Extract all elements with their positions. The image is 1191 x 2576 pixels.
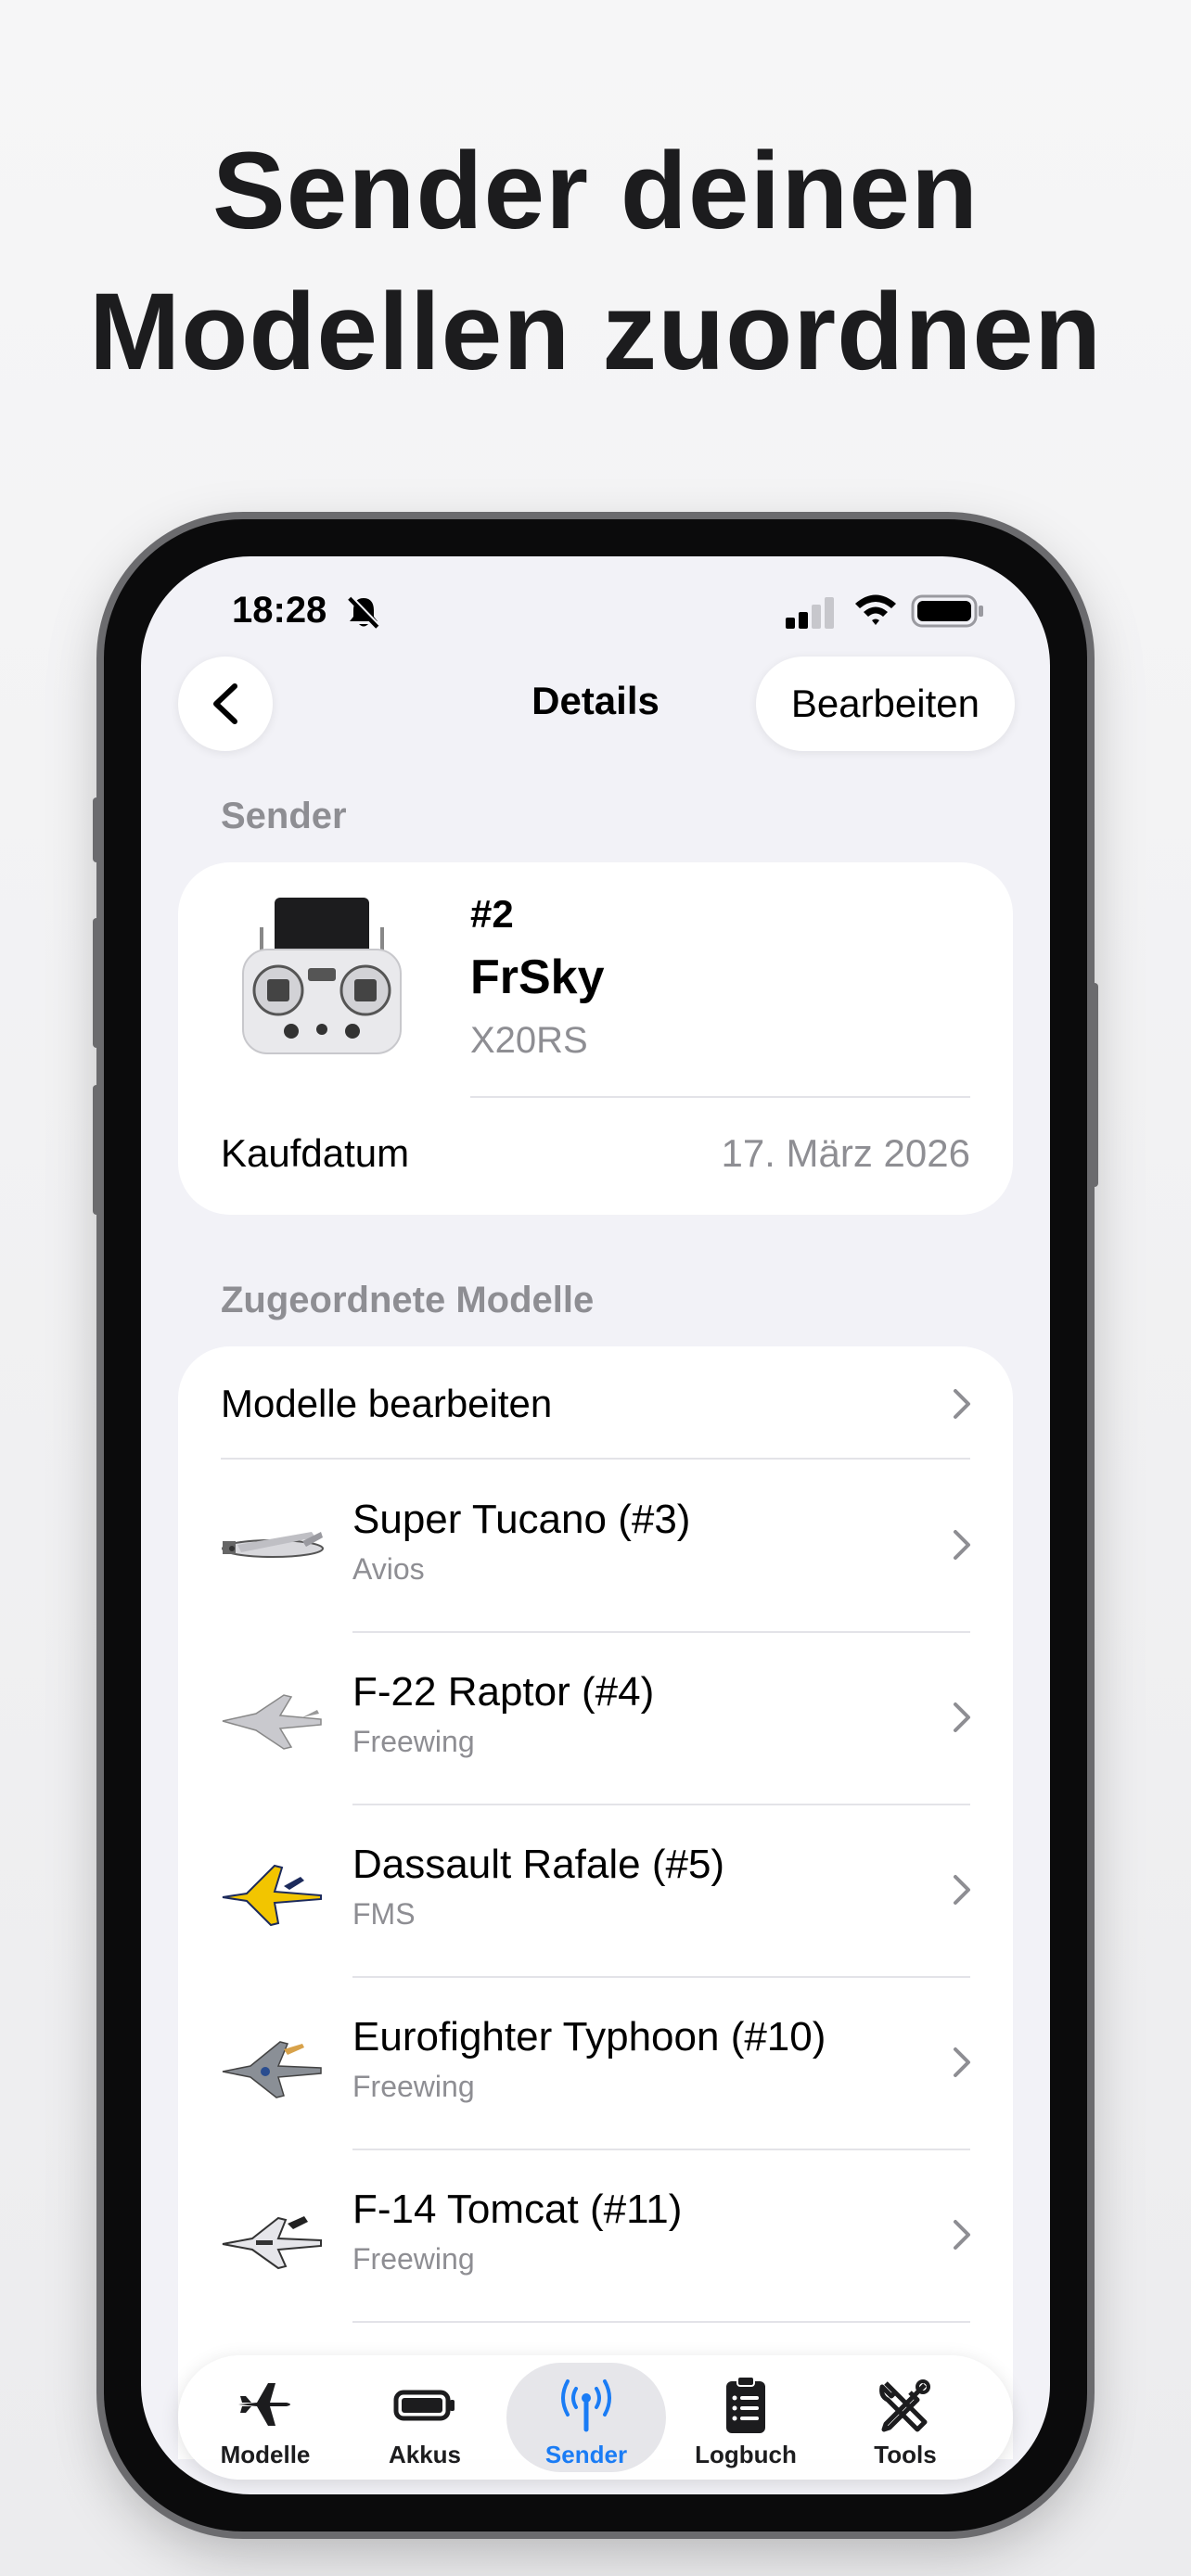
model-name: F-22 Raptor (#4) [352,1669,655,1715]
purchase-date-value: 17. März 2026 [721,1131,971,1175]
chevron-right-icon [954,1702,970,1732]
model-maker: Avios [352,1552,425,1586]
model-airplane-image [222,1532,324,1558]
model-name: F-14 Tomcat (#11) [352,2187,683,2232]
chevron-right-icon [954,2047,970,2077]
edit-models-row[interactable]: Modelle bearbeiten [178,1346,1013,1458]
list-item[interactable]: F-14 Tomcat (#11) Freewing [178,2149,1013,2321]
edit-button[interactable]: Bearbeiten [755,657,1015,751]
tab-label: Akkus [388,2441,462,2468]
list-item[interactable]: Dassault Rafale (#5) FMS [178,1804,1013,1976]
airplane-icon [238,2383,290,2426]
model-maker: Freewing [352,2070,475,2103]
headline-line-2: Modellen zuordnen [88,271,1103,393]
antenna-icon [561,2379,611,2432]
sender-brand: FrSky [470,950,605,1004]
models-card: Modelle bearbeiten Super Tucano (#3) Avi… [178,1346,1013,2459]
model-name: Dassault Rafale (#5) [352,1842,725,1887]
tab-logbuch[interactable]: Logbuch [666,2355,826,2480]
list-item[interactable]: Super Tucano (#3) Avios [178,1460,1013,1631]
chevron-right-icon [954,1875,970,1905]
phone-volume-down-button [93,1085,100,1215]
clipboard-icon [726,2376,765,2433]
app-screen: 18:28 Details Bearbeiten Sender #2 FrSky… [141,556,1050,2494]
chevron-right-icon [954,2220,970,2250]
model-airplane-image [222,1694,322,1750]
battery-icon [393,2390,455,2421]
edit-models-label: Modelle bearbeiten [221,1382,553,1425]
transmitter-image [242,898,402,1054]
divider [352,2321,970,2323]
tab-label: Sender [544,2441,628,2468]
section-header-models: Zugeordnete Modelle [221,1280,595,1320]
headline-line-1: Sender deinen [211,130,980,252]
headline: Sender deinen Modellen zuordnen [0,121,1191,402]
model-airplane-image [222,2216,322,2270]
chevron-right-icon [954,1389,970,1419]
section-header-sender: Sender [221,796,347,836]
bell-slash-icon [348,595,380,629]
signal-icon [786,597,834,629]
tab-bar: Modelle Akkus Sender Logbuch Tools [178,2355,1013,2480]
chevron-right-icon [954,1530,970,1560]
status-bar: 18:28 [141,556,1050,640]
tab-modelle[interactable]: Modelle [186,2355,345,2480]
sender-number: #2 [470,892,514,936]
list-item[interactable]: Eurofighter Typhoon (#10) Freewing [178,1977,1013,2149]
phone-frame: 18:28 Details Bearbeiten Sender #2 FrSky… [93,519,1098,2531]
phone-power-button [1091,983,1098,1187]
model-name: Eurofighter Typhoon (#10) [352,2014,826,2060]
battery-icon [911,594,983,628]
tab-label: Logbuch [695,2441,797,2468]
model-name: Super Tucano (#3) [352,1497,691,1542]
model-airplane-image [222,2041,322,2098]
sender-card: #2 FrSky X20RS Kaufdatum 17. März 2026 [178,862,1013,1215]
tools-icon [879,2379,930,2432]
tab-tools[interactable]: Tools [826,2355,985,2480]
sender-model: X20RS [470,1020,588,1061]
tab-label: Modelle [220,2441,311,2468]
model-airplane-image [222,1864,322,1927]
phone-action-button [93,797,100,862]
purchase-date-label: Kaufdatum [221,1131,410,1175]
phone-volume-up-button [93,918,100,1048]
model-maker: FMS [352,1897,416,1931]
divider [470,1096,970,1098]
tab-akkus[interactable]: Akkus [345,2355,505,2480]
wifi-icon [855,594,896,625]
list-item[interactable]: F-22 Raptor (#4) Freewing [178,1632,1013,1804]
tab-sender[interactable]: Sender [506,2363,666,2472]
tab-label: Tools [874,2441,937,2468]
status-time: 18:28 [232,590,327,631]
model-maker: Freewing [352,2242,475,2276]
model-maker: Freewing [352,1725,475,1758]
